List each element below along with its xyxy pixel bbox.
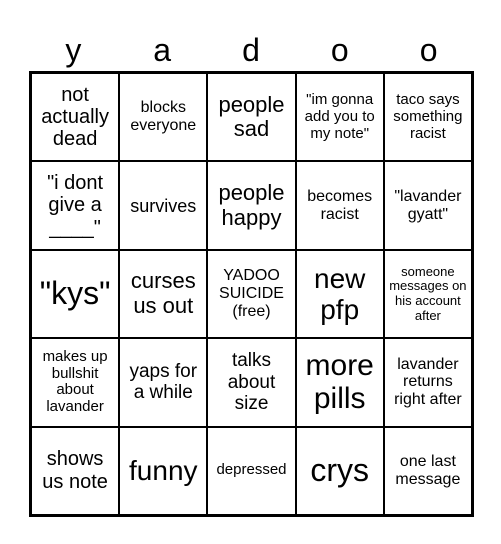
bingo-cell[interactable]: more pills: [295, 338, 384, 427]
bingo-cell[interactable]: lavander returns right after: [383, 338, 472, 427]
bingo-cell[interactable]: people sad: [207, 73, 296, 162]
bingo-cell[interactable]: shows us note: [31, 426, 120, 515]
bingo-cell[interactable]: funny: [119, 426, 208, 515]
bingo-cell[interactable]: YADOO SUICIDE (free): [207, 249, 296, 339]
bingo-cell[interactable]: people happy: [207, 161, 296, 250]
bingo-cell[interactable]: depressed: [207, 426, 296, 515]
bingo-cell[interactable]: "i dont give a ____": [31, 161, 120, 250]
bingo-cell[interactable]: "lavander gyatt": [383, 161, 472, 250]
bingo-cell[interactable]: curses us out: [119, 249, 208, 339]
bingo-cell[interactable]: one last message: [383, 426, 472, 515]
header-letter: d: [242, 32, 260, 68]
bingo-cell[interactable]: talks about size: [207, 338, 296, 427]
header-letter: a: [153, 32, 172, 68]
bingo-cell[interactable]: yaps for a while: [119, 338, 208, 427]
bingo-cell[interactable]: blocks everyone: [119, 73, 208, 162]
header-letter: o: [330, 32, 349, 68]
bingo-cell[interactable]: crys: [295, 426, 384, 515]
bingo-cell[interactable]: someone messages on his account after: [383, 249, 472, 339]
bingo-cell[interactable]: new pfp: [295, 249, 384, 339]
header-letter: o: [419, 32, 438, 68]
bingo-header: y a d o o: [29, 30, 473, 70]
bingo-cell[interactable]: becomes racist: [295, 161, 384, 250]
bingo-cell[interactable]: not actually dead: [31, 73, 120, 162]
bingo-cell[interactable]: "im gonna add you to my note": [295, 73, 384, 162]
bingo-grid: not actually dead blocks everyone people…: [29, 71, 474, 517]
header-letter: y: [65, 32, 82, 68]
bingo-cell[interactable]: survives: [119, 161, 208, 250]
bingo-cell[interactable]: makes up bullshit about lavander: [31, 338, 120, 427]
bingo-cell[interactable]: "kys": [31, 249, 120, 339]
bingo-cell[interactable]: taco says something racist: [383, 73, 472, 162]
